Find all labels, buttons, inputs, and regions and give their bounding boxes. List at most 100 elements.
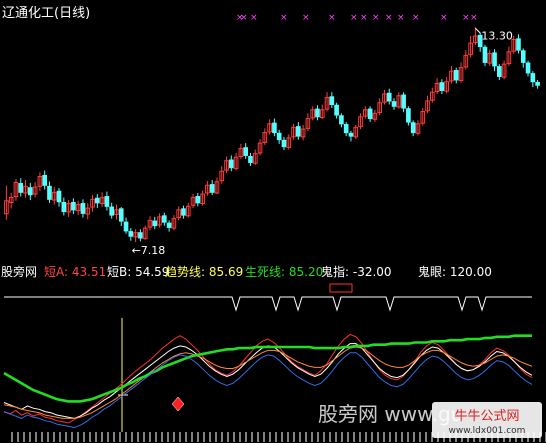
candle <box>37 172 43 191</box>
candle <box>18 178 24 197</box>
candle <box>171 215 177 231</box>
candle <box>281 136 287 151</box>
low-price-annotation: ←7.18 <box>132 244 166 257</box>
chart-screenshot: × × × × × × × × × × × × × × × ←7.18 13.30 股旁网 www.gu 牛牛公式… <box>0 0 546 443</box>
signal-mark: × <box>412 13 420 23</box>
candle <box>458 62 464 83</box>
candle <box>61 197 67 216</box>
candle <box>224 156 229 173</box>
indicator-label-trend: 趋势线: 85.69 <box>165 265 244 279</box>
signal-mark: × <box>385 13 393 23</box>
candle-body <box>61 201 67 213</box>
candle <box>406 106 411 126</box>
candle <box>181 205 186 219</box>
candle <box>382 89 387 105</box>
candle <box>363 106 368 119</box>
trend-signal-line <box>4 296 532 312</box>
candle-body <box>497 66 502 77</box>
watermark-badge-url: www.ldx001.com <box>449 426 526 436</box>
candle <box>425 95 430 114</box>
candle <box>305 113 311 131</box>
chart-title: 辽通化工(日线) <box>2 6 91 21</box>
signal-mark: × <box>372 13 380 23</box>
signal-mark: × <box>350 13 358 23</box>
candle <box>291 123 296 140</box>
candle <box>147 216 153 231</box>
candle <box>367 106 373 123</box>
candle-body <box>367 108 373 120</box>
indicator-label-short_b: 短B: 54.59 <box>107 265 170 279</box>
candle-body <box>281 139 287 148</box>
candle <box>252 149 258 165</box>
candle-body <box>152 220 158 227</box>
candle-body <box>343 124 349 134</box>
candle-body <box>128 231 134 237</box>
buy-signal-diamond <box>171 396 185 412</box>
candle <box>51 187 57 205</box>
signal-mark: × <box>280 13 288 23</box>
candle <box>315 105 320 121</box>
candle <box>296 122 301 140</box>
candle <box>487 50 493 66</box>
candle-body <box>181 208 186 216</box>
candle-body <box>56 190 62 203</box>
candle <box>482 44 488 66</box>
candle <box>348 130 354 142</box>
candle <box>497 64 502 80</box>
candle <box>444 77 449 94</box>
candle <box>430 87 435 103</box>
indicator-label-ghost_eye: 鬼眼: 120.00 <box>418 265 492 279</box>
candle-body <box>80 203 86 214</box>
candle <box>334 102 339 119</box>
candle <box>353 124 359 139</box>
candle-body <box>248 155 253 163</box>
indicator-label-lifedeath: 生死线: 85.20 <box>245 265 324 279</box>
candle <box>233 152 239 171</box>
signal-mark: × <box>397 13 405 23</box>
candle-body <box>18 183 24 193</box>
watermark: 股旁网 www.gu牛牛公式网www.ldx001.com <box>318 402 542 438</box>
candle-body <box>47 185 52 200</box>
candle <box>109 202 114 219</box>
signal-mark: × <box>440 13 448 23</box>
candle <box>530 71 536 87</box>
candle <box>358 113 363 130</box>
candle <box>157 213 162 228</box>
candle <box>32 182 38 198</box>
candle-body <box>315 108 320 118</box>
candle <box>468 36 473 58</box>
candle <box>8 193 14 209</box>
candle <box>229 155 234 172</box>
candle <box>23 180 28 198</box>
candle <box>238 143 244 159</box>
candle <box>71 198 76 215</box>
high-price-arrow <box>475 27 481 34</box>
candle <box>415 120 421 136</box>
candle <box>501 60 507 80</box>
candle <box>133 229 138 243</box>
candle <box>13 178 19 201</box>
candle-body <box>348 132 354 137</box>
candle <box>200 190 205 206</box>
candle <box>420 108 426 126</box>
candle <box>439 79 445 94</box>
candle <box>386 88 392 105</box>
candle <box>176 206 181 221</box>
candle <box>535 79 540 89</box>
candle-body <box>334 104 339 116</box>
candle <box>276 129 282 144</box>
candle <box>166 220 172 232</box>
candle <box>343 122 349 137</box>
candle <box>262 128 268 145</box>
candle <box>401 92 406 113</box>
candle <box>267 119 272 135</box>
candle-body <box>453 69 459 81</box>
candle <box>123 217 129 234</box>
candle <box>209 180 215 196</box>
candle <box>47 181 52 203</box>
candle <box>463 50 469 70</box>
candle-body <box>123 221 129 232</box>
candle <box>434 78 440 94</box>
candle <box>377 98 382 116</box>
candle-body <box>243 147 248 156</box>
